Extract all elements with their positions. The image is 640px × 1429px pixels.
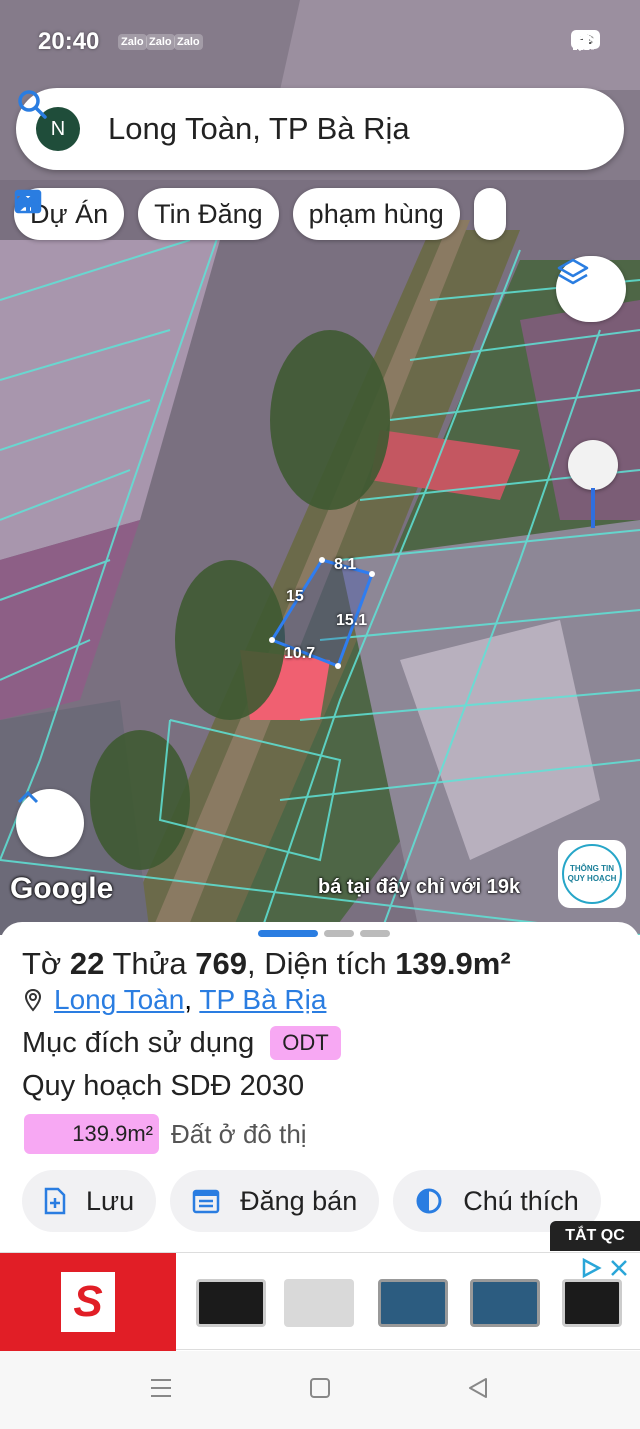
satellite-map[interactable]: 8.1 15 15.1 10.7 20:40 Zalo Zalo Zalo 99… (0, 0, 640, 935)
expand-sheet-button[interactable] (16, 789, 84, 857)
ad-choices-icon[interactable] (580, 1257, 602, 1279)
parcel-dim-bottom: 10.7 (284, 645, 316, 662)
page-dot (360, 930, 390, 937)
plan-detail-row: 139.9m² Đất ở đô thị (24, 1114, 307, 1154)
purpose-label: Mục đích sử dụng (22, 1026, 255, 1059)
zalo-notification-icon: Zalo (174, 34, 203, 50)
calendar-list-icon (192, 1189, 220, 1214)
opacity-slider-knob[interactable] (568, 440, 618, 490)
separator: , (246, 946, 256, 981)
chip-more[interactable] (16, 188, 506, 240)
parcel-dim-right: 15.1 (336, 612, 368, 629)
ad-product-laptop[interactable] (470, 1279, 540, 1327)
layers-icon (557, 258, 589, 285)
status-bar: 20:40 Zalo Zalo Zalo 99 (0, 28, 640, 58)
ad-product-laptop[interactable] (562, 1279, 622, 1327)
ad-product-laptop[interactable] (378, 1279, 448, 1327)
sheet-page-indicator[interactable] (258, 930, 390, 937)
chip-label: phạm hùng (308, 198, 444, 229)
ad-banner[interactable]: S (0, 1252, 640, 1351)
action-buttons: Lưu Đăng bán Chú thích (22, 1170, 601, 1232)
area-value: 139.9m² (395, 946, 511, 981)
sheet-number: 22 (69, 946, 105, 981)
planning-info-button[interactable]: THÔNG TIN QUY HOẠCH (558, 840, 626, 908)
filter-chips: Dự Án Tin Đăng phạm hùng (14, 188, 506, 240)
purpose-badge: ODT (270, 1026, 341, 1060)
plan-title: Quy hoạch SDĐ 2030 (22, 1070, 305, 1102)
post-for-sale-button[interactable]: Đăng bán (170, 1170, 380, 1232)
zalo-notification-icon: Zalo (118, 34, 147, 50)
search-input[interactable]: Long Toàn, TP Bà Rịa (108, 111, 624, 147)
chevron-up-icon (17, 790, 39, 804)
opacity-slider-track[interactable] (591, 488, 595, 528)
app-screen: 8.1 15 15.1 10.7 20:40 Zalo Zalo Zalo 99… (0, 0, 640, 1429)
ad-brand-logo: S (61, 1272, 115, 1332)
location-pin-icon (24, 988, 42, 1012)
page-dot (324, 930, 354, 937)
signal-icon (573, 31, 595, 50)
hide-ads-button[interactable]: TẮT QC (550, 1221, 640, 1251)
save-label: Lưu (86, 1185, 135, 1216)
ad-product-mac-studio[interactable] (284, 1279, 354, 1327)
sheet-label: Tờ (22, 946, 62, 981)
back-icon[interactable] (466, 1375, 490, 1401)
search-bar[interactable]: N Long Toàn, TP Bà Rịa (16, 88, 624, 170)
plot-number: 769 (195, 946, 247, 981)
parcel-dim-left: 15 (286, 588, 304, 605)
chip-tin-dang[interactable]: Tin Đăng (14, 188, 279, 240)
legend-label: Chú thích (463, 1185, 579, 1216)
chip-pham-hung[interactable]: phạm hùng (16, 188, 460, 240)
search-icon[interactable] (16, 88, 48, 120)
area-label: Diện tích (264, 946, 387, 981)
promo-banner-text[interactable]: bá tại đây chỉ với 19k (318, 876, 520, 899)
ad-brand-block[interactable]: S (0, 1253, 176, 1351)
parcel-location: Long Toàn, TP Bà Rịa (24, 984, 326, 1016)
ward-link[interactable]: Long Toàn (54, 984, 184, 1015)
page-dot (258, 930, 318, 937)
status-time: 20:40 (38, 28, 100, 55)
plot-label: Thửa (112, 946, 187, 981)
half-circle-icon (416, 1188, 442, 1214)
land-use-row: Mục đích sử dụng ODT (22, 1026, 341, 1060)
layers-button[interactable] (556, 256, 626, 322)
planning-info-label: THÔNG TIN QUY HOẠCH (562, 844, 622, 904)
city-link[interactable]: TP Bà Rịa (199, 984, 326, 1015)
google-logo: Google (10, 872, 114, 905)
chip-label: Tin Đăng (154, 198, 263, 229)
save-button[interactable]: Lưu (22, 1170, 157, 1232)
separator: , (184, 984, 200, 1015)
parcel-info-sheet: Tờ 22 Thửa 769, Diện tích 139.9m² Long T… (0, 922, 640, 1252)
post-label: Đăng bán (240, 1185, 358, 1216)
recent-apps-icon[interactable] (148, 1375, 174, 1401)
plan-type: Đất ở đô thị (171, 1118, 307, 1149)
file-plus-icon (44, 1187, 66, 1215)
system-nav-bar (0, 1351, 640, 1429)
ad-controls (580, 1257, 630, 1279)
home-icon[interactable] (308, 1375, 332, 1401)
plan-area-badge: 139.9m² (24, 1114, 159, 1154)
close-icon[interactable] (608, 1257, 630, 1279)
ad-product-laptop[interactable] (196, 1279, 266, 1327)
parcel-dim-top: 8.1 (334, 556, 357, 573)
ruler-crossed-icon (16, 190, 40, 212)
parcel-summary: Tờ 22 Thửa 769, Diện tích 139.9m² (22, 946, 511, 982)
zalo-notification-icon: Zalo (146, 34, 175, 50)
